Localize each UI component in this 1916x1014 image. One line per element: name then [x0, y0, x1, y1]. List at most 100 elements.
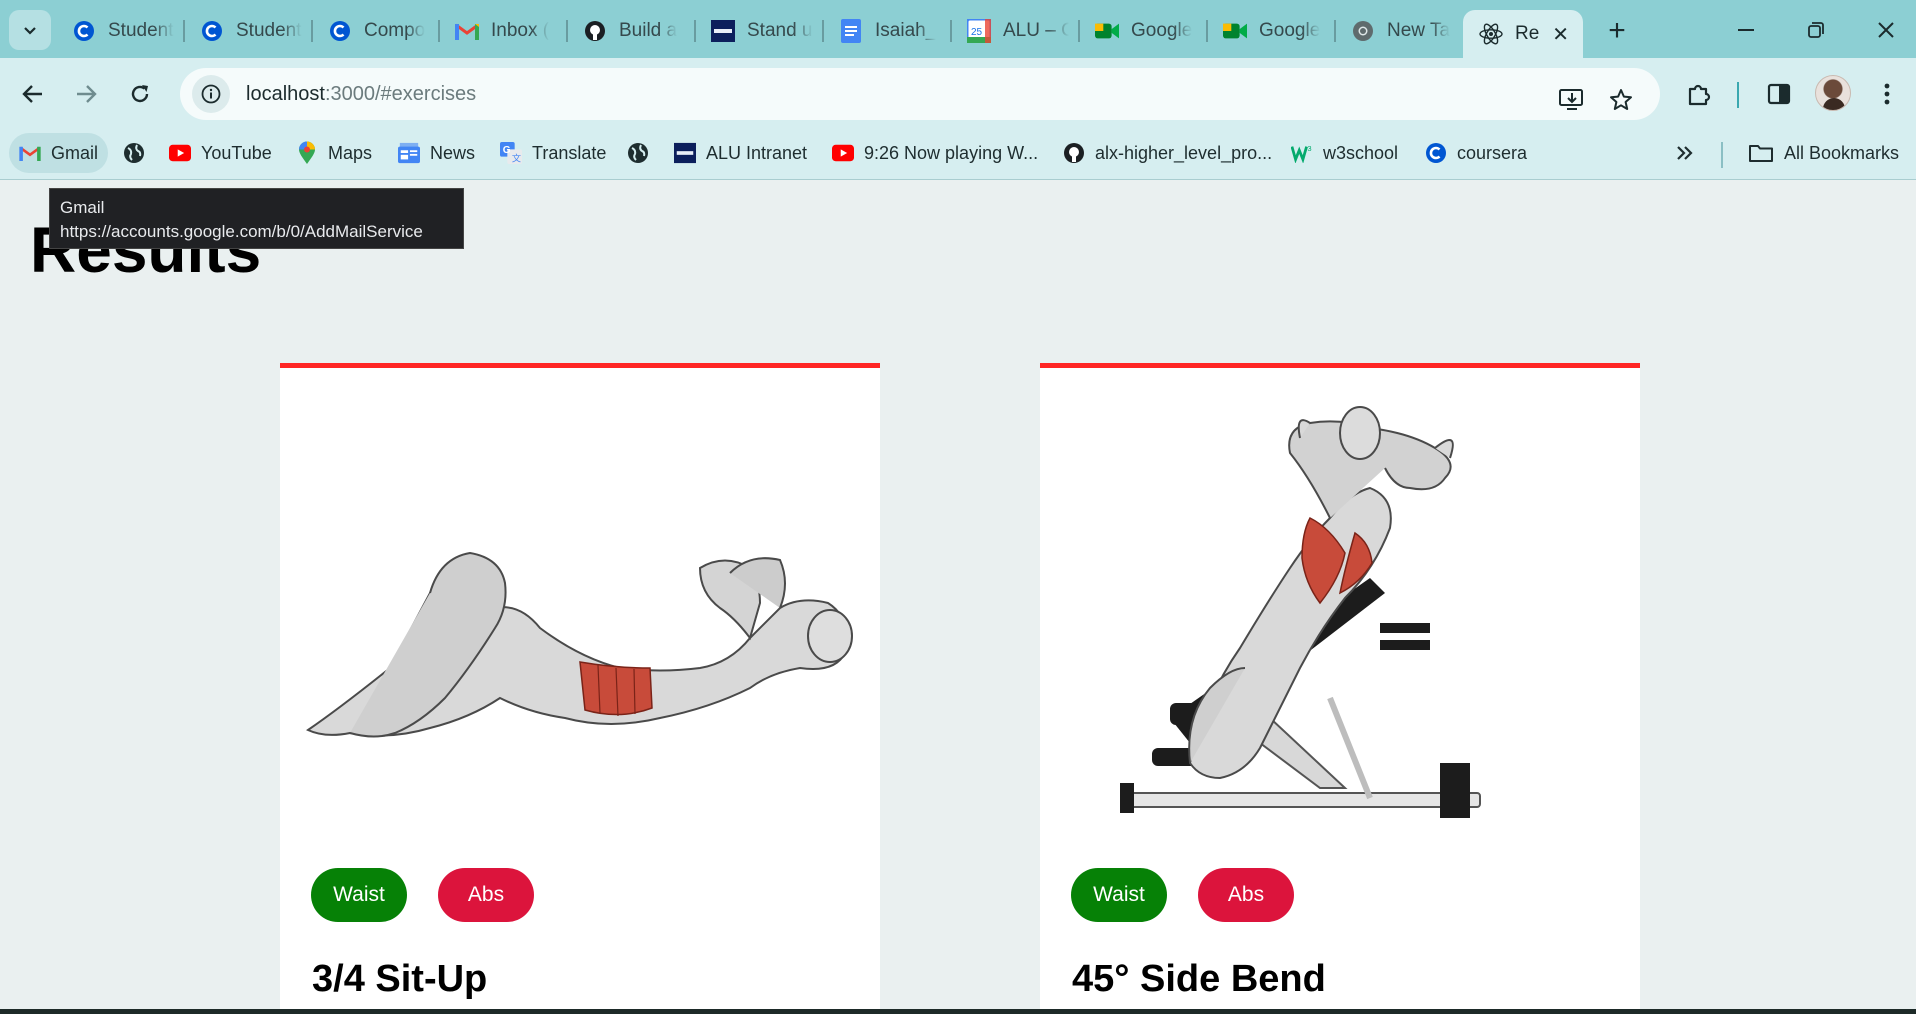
tab-google-2[interactable]: Google: [1207, 10, 1325, 52]
coursera-icon: [72, 19, 96, 43]
star-icon: [1610, 89, 1632, 110]
bookmark-globe-2[interactable]: [627, 133, 659, 173]
youtube-icon: [169, 142, 191, 164]
tab-isaiah[interactable]: Isaiah_: [823, 10, 941, 52]
reload-button[interactable]: [120, 74, 160, 114]
bookmark-coursera[interactable]: coursera: [1425, 133, 1527, 173]
new-tab-button[interactable]: +: [1598, 12, 1636, 50]
side-panel-button[interactable]: [1759, 74, 1799, 114]
alu-icon: [674, 142, 696, 164]
body-part-pill[interactable]: Waist: [311, 868, 407, 922]
tab-label: New Ta: [1387, 20, 1451, 41]
bookmark-translate[interactable]: G文 Translate: [500, 133, 606, 173]
github-icon: [583, 19, 607, 43]
bookmark-star-button[interactable]: [1601, 80, 1641, 120]
tab-student-1[interactable]: Student: [56, 10, 174, 52]
bookmark-label: alx-higher_level_pro...: [1095, 142, 1273, 163]
tab-strip: Student Student Compo Inbox ( Build a St…: [0, 0, 1916, 58]
tab-stand[interactable]: Stand u: [695, 10, 813, 52]
bookmark-youtube[interactable]: YouTube: [169, 133, 272, 173]
meet-icon: [1223, 19, 1247, 43]
target-pill[interactable]: Abs: [438, 868, 534, 922]
gmail-icon: [455, 19, 479, 43]
tab-label: Compo: [364, 20, 426, 41]
forward-arrow-icon: [77, 85, 97, 103]
exercise-image-side-bend: [1040, 368, 1640, 868]
bookmark-w3school[interactable]: 3 w3school: [1291, 133, 1398, 173]
tab-label: Re: [1515, 23, 1540, 44]
github-icon: [1063, 142, 1085, 164]
bookmarks-bar: Gmail YouTube Maps News G文 Translate ALU…: [0, 130, 1916, 180]
coursera-icon: [1425, 142, 1447, 164]
restore-icon: [1808, 22, 1824, 38]
exercise-card[interactable]: Waist Abs 3/4 Sit-Up: [280, 363, 880, 1014]
bookmark-label: coursera: [1457, 142, 1528, 163]
install-app-button[interactable]: [1552, 80, 1592, 120]
bookmark-maps[interactable]: Maps: [296, 133, 372, 173]
coursera-icon: [200, 19, 224, 43]
minimize-icon: [1738, 29, 1754, 31]
bookmark-alu-intranet[interactable]: ALU Intranet: [674, 133, 807, 173]
close-tab-icon[interactable]: ✕: [1552, 22, 1569, 47]
tab-label: Student: [108, 20, 174, 41]
react-icon: [1479, 22, 1503, 46]
docs-icon: [839, 19, 863, 43]
bookmark-alx[interactable]: alx-higher_level_pro...: [1063, 133, 1272, 173]
tab-alu-calendar[interactable]: 25 ALU – C: [951, 10, 1069, 52]
toolbar-divider: [1737, 82, 1739, 108]
more-vert-icon: [1884, 83, 1890, 105]
tab-google-1[interactable]: Google: [1079, 10, 1197, 52]
bookmark-tooltip: Gmail https://accounts.google.com/b/0/Ad…: [49, 188, 464, 249]
more-bookmarks-button[interactable]: [1676, 133, 1694, 173]
taskbar-edge: [0, 1009, 1916, 1014]
svg-text:25: 25: [971, 27, 983, 38]
tooltip-url: https://accounts.google.com/b/0/AddMailS…: [60, 222, 423, 241]
tab-inbox[interactable]: Inbox (: [439, 10, 557, 52]
profile-avatar[interactable]: [1815, 75, 1851, 111]
close-window-button[interactable]: [1856, 8, 1916, 52]
chrome-menu-button[interactable]: [1867, 74, 1907, 114]
restore-button[interactable]: [1786, 8, 1846, 52]
address-bar[interactable]: localhost:3000/#exercises: [180, 68, 1660, 120]
tab-student-2[interactable]: Student: [184, 10, 302, 52]
coursera-icon: [328, 19, 352, 43]
page-content: Results Waist Abs 3/4 Sit-Up Waist Abs 4…: [0, 181, 1916, 1014]
tab-compo[interactable]: Compo: [312, 10, 430, 52]
exercise-name: 45° Side Bend: [1072, 958, 1326, 1000]
url-host: localhost: [246, 82, 325, 105]
target-pill[interactable]: Abs: [1198, 868, 1294, 922]
svg-text:G: G: [503, 145, 511, 156]
tab-search-button[interactable]: [9, 10, 51, 50]
site-info-icon[interactable]: [192, 75, 230, 113]
double-chevron-icon: [1677, 146, 1693, 160]
browser-toolbar: localhost:3000/#exercises: [0, 58, 1916, 130]
globe-icon: [123, 142, 145, 164]
bookmark-now-playing[interactable]: 9:26 Now playing W...: [832, 133, 1038, 173]
extensions-button[interactable]: [1679, 74, 1719, 114]
tab-label: Inbox (: [491, 20, 550, 41]
bookmark-label: ALU Intranet: [706, 142, 808, 163]
all-bookmarks-button[interactable]: All Bookmarks: [1748, 133, 1899, 173]
bookmark-gmail[interactable]: Gmail: [9, 133, 109, 173]
bookmarks-divider: [1721, 142, 1723, 168]
back-button[interactable]: [13, 74, 53, 114]
url-path: :3000/#exercises: [324, 82, 477, 105]
back-arrow-icon: [22, 85, 42, 103]
tab-react-active[interactable]: Re ✕: [1463, 10, 1583, 58]
exercise-card[interactable]: Waist Abs 45° Side Bend: [1040, 363, 1640, 1014]
tab-new-tab[interactable]: New Ta: [1335, 10, 1453, 52]
tab-label: Stand u: [747, 20, 813, 41]
meet-icon: [1095, 19, 1119, 43]
bookmark-globe-1[interactable]: [123, 133, 155, 173]
bookmark-news[interactable]: News: [398, 133, 475, 173]
youtube-icon: [832, 142, 854, 164]
tab-build[interactable]: Build a: [567, 10, 685, 52]
body-part-pill[interactable]: Waist: [1071, 868, 1167, 922]
tab-label: Build a: [619, 20, 678, 41]
puzzle-icon: [1688, 84, 1711, 106]
tab-label: Isaiah_: [875, 20, 937, 41]
minimize-button[interactable]: [1716, 8, 1776, 52]
translate-icon: G文: [500, 142, 522, 164]
url-text[interactable]: localhost:3000/#exercises: [246, 83, 476, 106]
forward-button[interactable]: [66, 74, 106, 114]
